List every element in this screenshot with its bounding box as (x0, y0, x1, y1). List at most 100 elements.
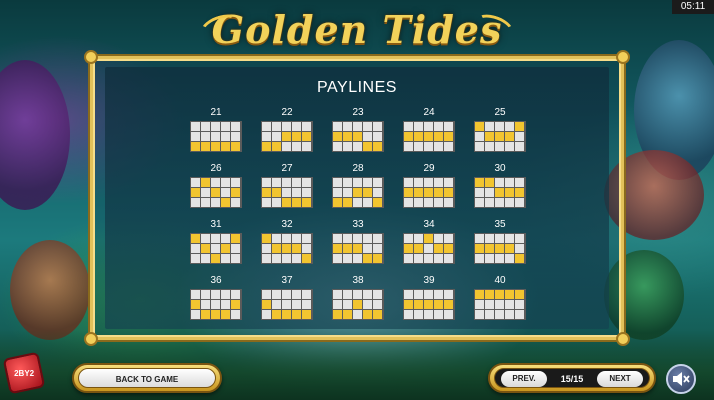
payline-cell (191, 290, 200, 299)
payline-cell (343, 290, 352, 299)
frame-corner-icon (616, 50, 630, 64)
payline-cell-active (191, 142, 200, 151)
payline-cell (302, 234, 311, 243)
payline-number: 37 (281, 275, 293, 286)
payline-cell (353, 234, 362, 243)
payline-pattern (332, 121, 384, 152)
payline-cell (302, 122, 311, 131)
sound-toggle-button[interactable] (666, 364, 696, 394)
payline-number: 28 (352, 163, 364, 174)
payline-cell-active (363, 188, 372, 197)
payline-number: 38 (352, 275, 364, 286)
payline-cell (404, 142, 413, 151)
payline-pattern (474, 177, 526, 208)
payline-cell-active (231, 234, 240, 243)
payline-cell (434, 290, 443, 299)
payline-cell (414, 178, 423, 187)
payline-item: 30 (473, 163, 527, 213)
payline-cell (363, 244, 372, 253)
payline-cell (353, 142, 362, 151)
payline-cell-active (353, 132, 362, 141)
payline-cell (292, 178, 301, 187)
payline-cell-active (485, 290, 494, 299)
payline-cell (363, 234, 372, 243)
payline-pattern (190, 233, 242, 264)
payline-item: 27 (260, 163, 314, 213)
payline-cell (495, 178, 504, 187)
game-logo: Golden Tides (197, 2, 517, 56)
payline-cell (434, 178, 443, 187)
payline-pattern (332, 289, 384, 320)
payline-cell-active (343, 198, 352, 207)
back-to-game-button[interactable]: BACK TO GAME (72, 363, 222, 393)
payline-cell-active (363, 310, 372, 319)
payline-cell (333, 142, 342, 151)
payline-cell (191, 244, 200, 253)
payline-cell (363, 300, 372, 309)
payline-cell (373, 122, 382, 131)
payline-cell (444, 310, 453, 319)
payline-cell (485, 300, 494, 309)
payline-cell (201, 188, 210, 197)
payline-cell (231, 198, 240, 207)
payline-cell (495, 300, 504, 309)
payline-cell (444, 234, 453, 243)
payline-cell (211, 178, 220, 187)
payline-item: 38 (331, 275, 385, 325)
payline-cell (515, 300, 524, 309)
clock: 05:11 (672, 0, 714, 14)
payline-item: 37 (260, 275, 314, 325)
payline-number: 39 (423, 275, 435, 286)
payline-cell (515, 142, 524, 151)
payline-cell-active (495, 188, 504, 197)
payline-cell (292, 290, 301, 299)
payline-cell-active (211, 310, 220, 319)
payline-cell (444, 254, 453, 263)
payline-cell-active (191, 300, 200, 309)
payline-cell (424, 244, 433, 253)
payline-number: 26 (210, 163, 222, 174)
payline-cell (475, 234, 484, 243)
payline-cell-active (231, 300, 240, 309)
payline-cell-active (201, 244, 210, 253)
prev-page-button[interactable]: PREV. (501, 371, 547, 387)
payline-pattern (403, 177, 455, 208)
payline-cell-active (373, 142, 382, 151)
payline-cell (302, 178, 311, 187)
payline-cell (485, 254, 494, 263)
payline-cell-active (272, 142, 281, 151)
coral-decoration (0, 60, 70, 210)
payline-cell (485, 188, 494, 197)
payline-cell-active (343, 132, 352, 141)
payline-pattern (474, 233, 526, 264)
payline-cell (495, 122, 504, 131)
payline-cell (292, 234, 301, 243)
payline-cell-active (262, 234, 271, 243)
back-to-game-face[interactable]: BACK TO GAME (78, 368, 216, 388)
next-page-button[interactable]: NEXT (597, 371, 643, 387)
payline-cell (343, 300, 352, 309)
payline-cell (515, 198, 524, 207)
payline-pattern (332, 177, 384, 208)
payline-cell (424, 142, 433, 151)
payline-pattern (190, 121, 242, 152)
payline-cell (434, 142, 443, 151)
payline-cell-active (292, 310, 301, 319)
payline-cell (231, 244, 240, 253)
payline-cell (373, 300, 382, 309)
payline-cell (485, 122, 494, 131)
payline-cell-active (373, 310, 382, 319)
payline-cell (333, 178, 342, 187)
payline-cell-active (485, 244, 494, 253)
payline-cell (363, 132, 372, 141)
payline-cell-active (434, 244, 443, 253)
payline-cell (515, 310, 524, 319)
payline-cell (434, 198, 443, 207)
payline-cell (495, 254, 504, 263)
payline-item: 40 (473, 275, 527, 325)
payline-cell-active (272, 188, 281, 197)
payline-cell-active (201, 310, 210, 319)
payline-cell (343, 122, 352, 131)
payline-cell (262, 178, 271, 187)
payline-cell-active (221, 244, 230, 253)
